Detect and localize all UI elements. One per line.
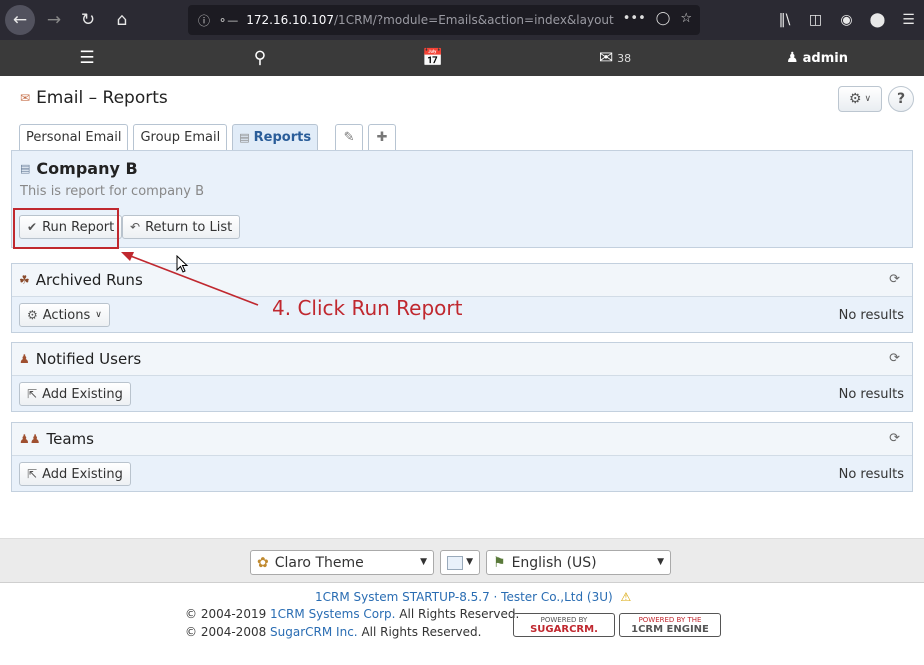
language-select[interactable]: ⚑ English (US) ▼ <box>486 550 671 575</box>
caret-down-icon: ▼ <box>420 557 427 567</box>
copyright-suffix: All Rights Reserved. <box>395 607 520 621</box>
theme-value: Claro Theme <box>274 554 364 571</box>
theme-select[interactable]: ✿ Claro Theme ▼ <box>250 550 434 575</box>
badge-main: SUGARCRM. <box>530 624 598 635</box>
page-footer: 1CRM System STARTUP-8.5.7 · Tester Co.,L… <box>0 584 924 665</box>
language-icon: ⚑ <box>493 554 506 571</box>
caret-down-icon: ▼ <box>657 557 664 567</box>
system-link[interactable]: 1CRM System STARTUP-8.5.7 · Tester Co.,L… <box>315 590 613 604</box>
copyright-prefix: © 2004-2019 <box>185 607 271 621</box>
system-info: 1CRM System STARTUP-8.5.7 · Tester Co.,L… <box>315 590 631 604</box>
annotation-text: 4. Click Run Report <box>272 296 463 320</box>
copyright-2: © 2004-2008 SugarCRM Inc. All Rights Res… <box>185 625 481 639</box>
sugarcrm-badge[interactable]: POWERED BY SUGARCRM. <box>513 613 615 637</box>
onecrm-engine-badge[interactable]: POWERED BY THE 1CRM ENGINE <box>619 613 721 637</box>
onecrm-link[interactable]: 1CRM Systems Corp. <box>270 607 395 621</box>
copyright-suffix: All Rights Reserved. <box>357 625 482 639</box>
theme-icon: ✿ <box>257 554 269 571</box>
language-value: English (US) <box>511 554 597 571</box>
caret-down-icon: ▼ <box>466 557 473 567</box>
sugarcrm-link[interactable]: SugarCRM Inc. <box>270 625 358 639</box>
copyright-1: © 2004-2019 1CRM Systems Corp. All Right… <box>185 607 519 621</box>
footer-toolbar: ✿ Claro Theme ▼ ▼ ⚑ English (US) ▼ <box>0 538 924 583</box>
color-swatch <box>447 555 463 570</box>
cursor-icon <box>176 255 189 273</box>
badge-main: 1CRM ENGINE <box>631 624 709 635</box>
copyright-prefix: © 2004-2008 <box>185 625 271 639</box>
color-select[interactable]: ▼ <box>440 550 480 575</box>
warning-icon: ⚠ <box>620 590 632 604</box>
